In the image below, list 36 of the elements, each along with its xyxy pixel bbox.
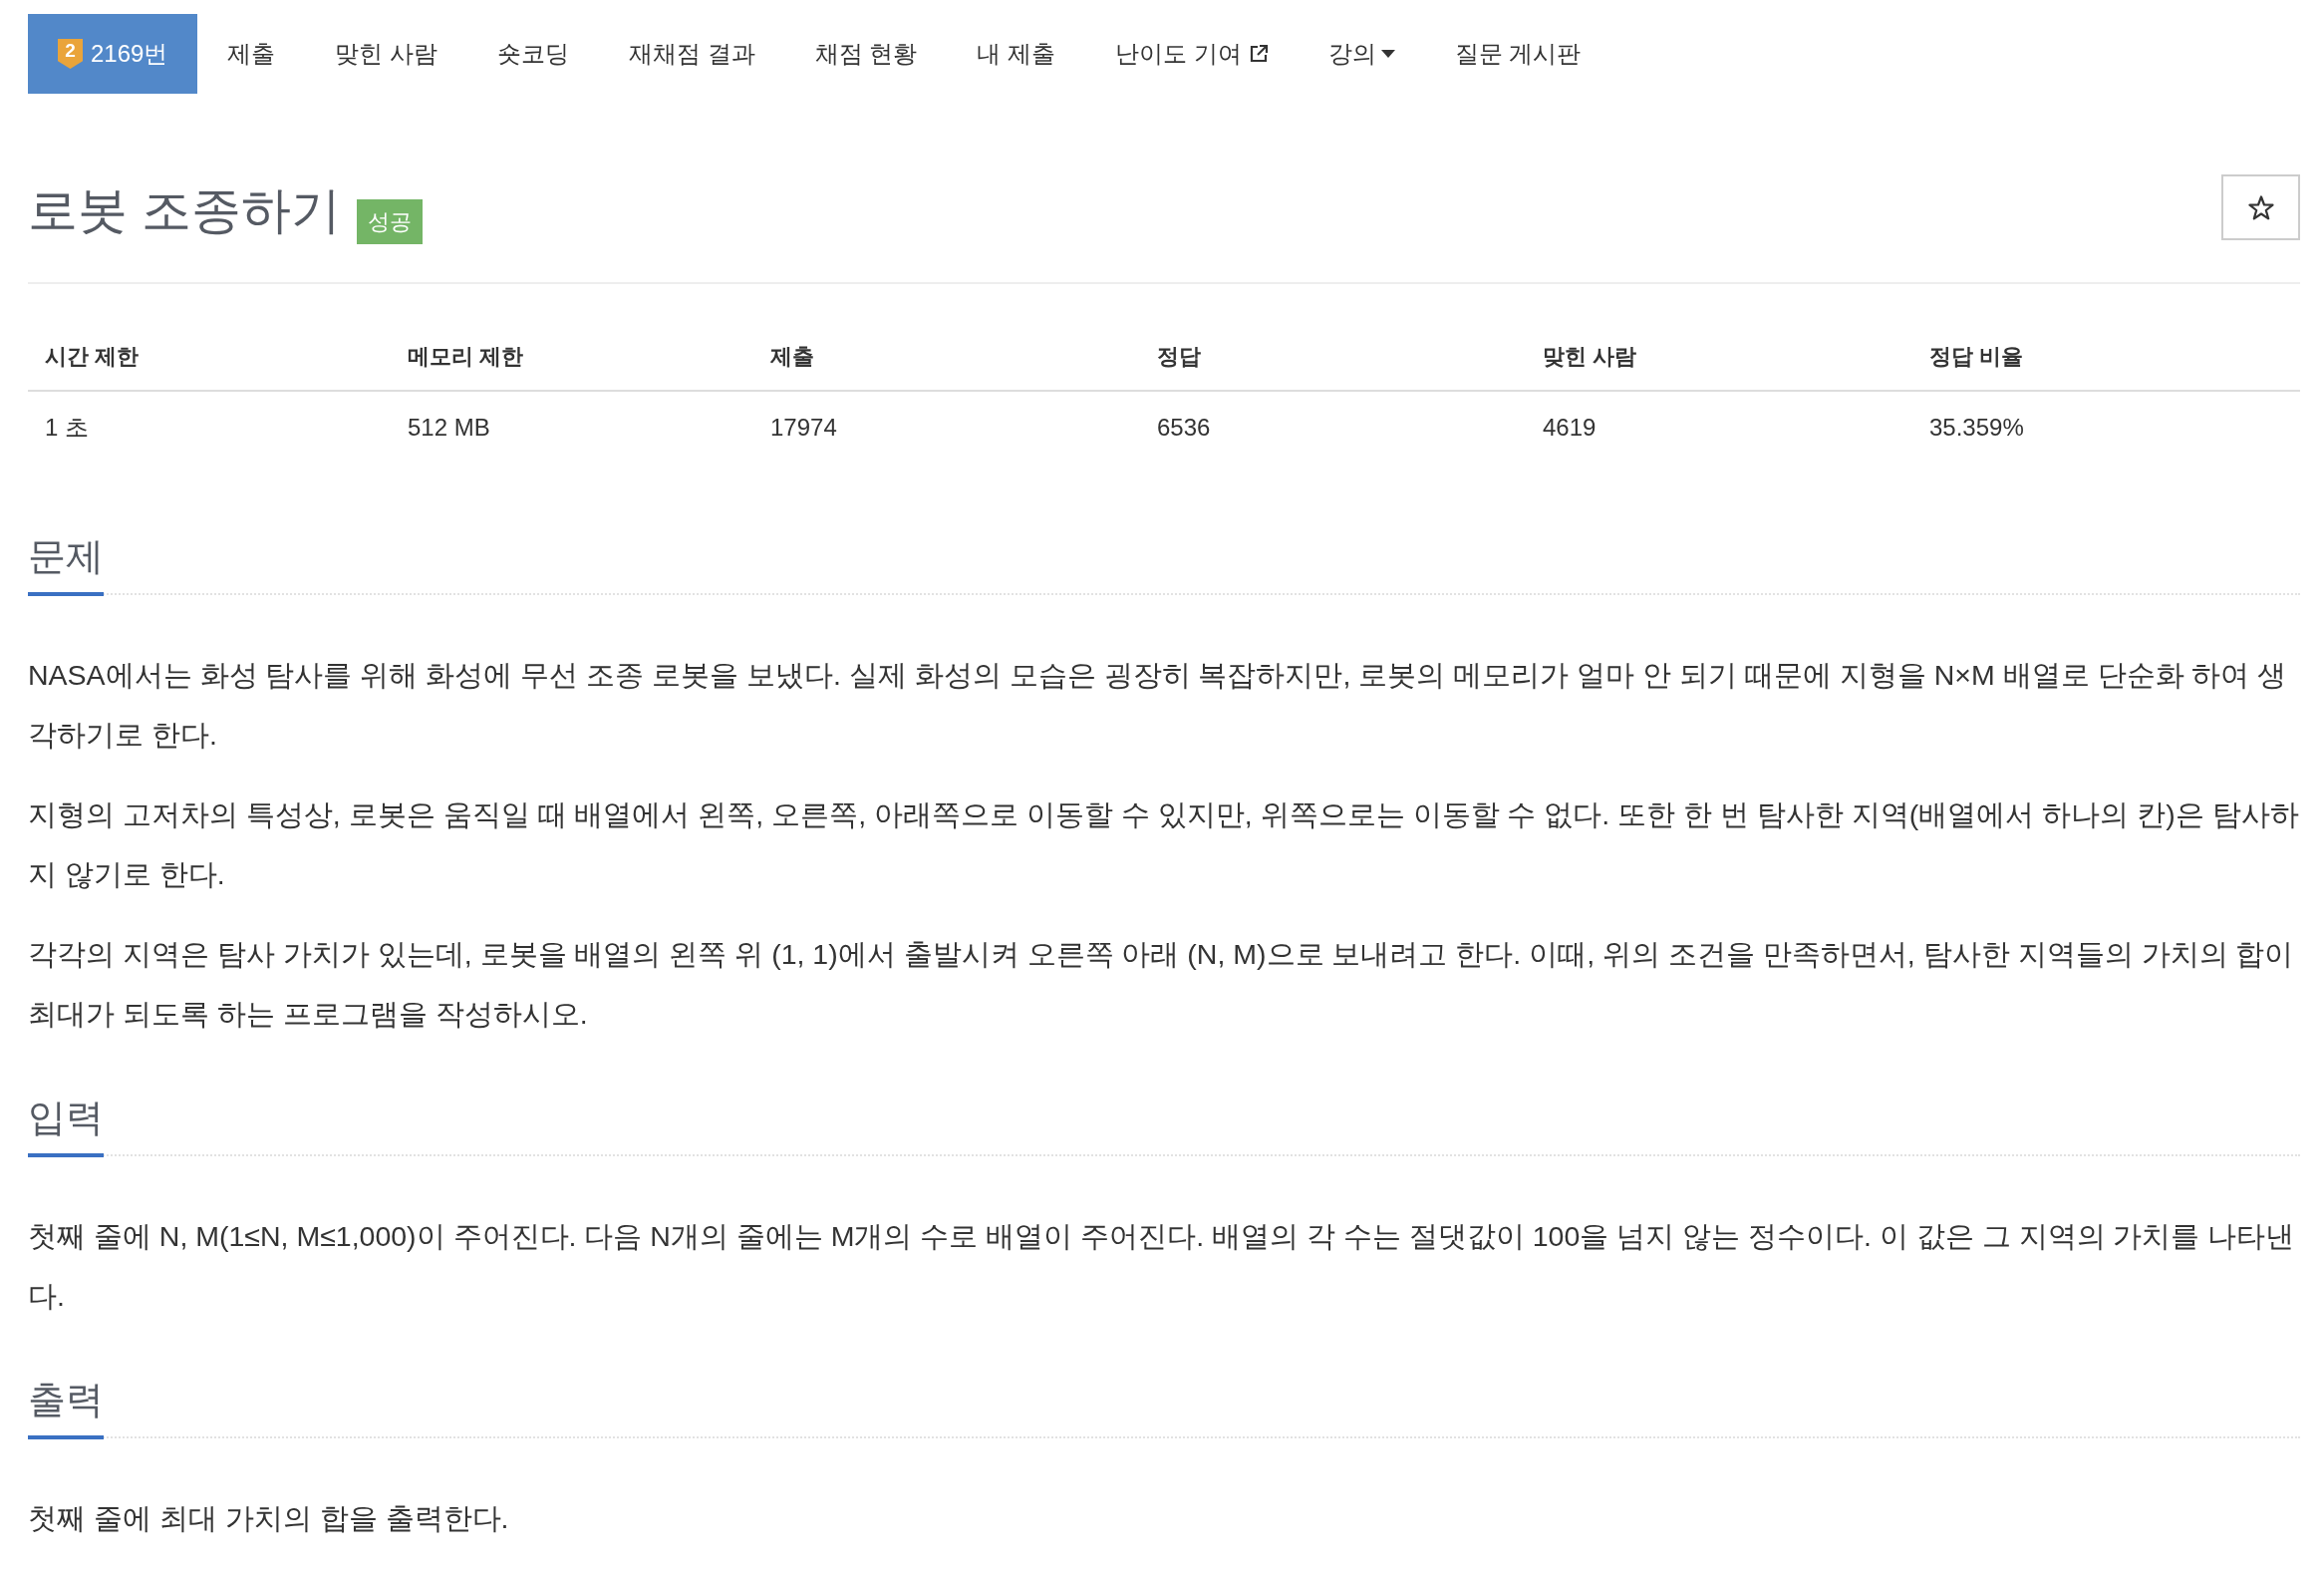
column-header: 정답 비율 bbox=[1929, 344, 2024, 369]
nav-tab[interactable]: 난이도 기여 bbox=[1085, 14, 1299, 94]
caret-down-icon bbox=[1380, 50, 1395, 58]
paragraph: 지형의 고저차의 특성상, 로봇은 움직일 때 배열에서 왼쪽, 오른쪽, 아래쪽으로 이동할 수 있지만, 위쪽으로는 이동할 수 없다. 또한 한 번 탐사한 지역(배열에서 하나의 칸)은 탐사하지 않기로 한다. bbox=[28, 797, 2300, 892]
problem-title: 로봇 조종하기 bbox=[28, 181, 341, 240]
section-heading: 출력 bbox=[28, 1374, 104, 1439]
section-heading: 입력 bbox=[28, 1092, 104, 1157]
nav-tab[interactable]: 숏코딩 bbox=[467, 14, 600, 94]
table-cell: 512 MB bbox=[408, 414, 490, 441]
column-header: 정답 bbox=[1157, 344, 1201, 369]
nav-tab[interactable]: 질문 게시판 bbox=[1424, 14, 1611, 94]
table-cell: 35.359% bbox=[1929, 414, 2024, 441]
nav-tab[interactable]: 2 2169번 bbox=[28, 14, 198, 94]
table-cell: 17974 bbox=[770, 414, 837, 441]
table-cell: 4619 bbox=[1543, 414, 1597, 441]
column-header: 메모리 제한 bbox=[408, 344, 524, 369]
nav-tab[interactable]: 내 제출 bbox=[947, 14, 1086, 94]
column-header: 맞힌 사람 bbox=[1543, 344, 1637, 369]
column-header: 시간 제한 bbox=[45, 344, 140, 369]
nav-tab[interactable]: 강의 bbox=[1298, 14, 1425, 94]
table-cell: 1 초 bbox=[45, 414, 89, 441]
nav-tab[interactable]: 제출 bbox=[197, 14, 306, 94]
paragraph: NASA에서는 화성 탐사를 위해 화성에 무선 조종 로봇을 보냈다. 실제 화성의 모습은 굉장히 복잡하지만, 로봇의 메모리가 얼마 안 되기 때문에 지형을 N×M 배열로 단순화 하여 생각하기로 한다. bbox=[28, 658, 2288, 753]
paragraph: 첫째 줄에 N, M(1≤N, M≤1,000)이 주어진다. 다음 N개의 줄에는 M개의 수로 배열이 주어진다. 배열의 각 수는 절댓값이 100을 넘지 않는 정수이다. 이 값은 그 지역의 가치를 나타낸다. bbox=[28, 1219, 2296, 1314]
star-button[interactable] bbox=[2221, 174, 2300, 240]
tier-badge: 2 bbox=[58, 39, 83, 69]
result-label: 성공 bbox=[356, 199, 423, 244]
paragraph: 첫째 줄에 최대 가치의 합을 출력한다. bbox=[28, 1501, 510, 1536]
nav-tab[interactable]: 채점 현황 bbox=[784, 14, 948, 94]
external-link-icon bbox=[1248, 44, 1269, 64]
section-heading: 문제 bbox=[28, 530, 104, 596]
nav-tab[interactable]: 재채점 결과 bbox=[599, 14, 785, 94]
column-header: 제출 bbox=[770, 344, 814, 369]
nav-tab[interactable]: 맞힌 사람 bbox=[305, 14, 468, 94]
paragraph: 각각의 지역은 탐사 가치가 있는데, 로봇을 배열의 왼쪽 위 (1, 1)에서 출발시켜 오른쪽 아래 (N, M)으로 보내려고 한다. 이때, 위의 조건을 만족하면서, 탐사한 지역들의 가치의 합이 최대가 되도록 하는 프로그램을 작성하시오. bbox=[28, 937, 2295, 1032]
table-cell: 6536 bbox=[1157, 414, 1211, 441]
